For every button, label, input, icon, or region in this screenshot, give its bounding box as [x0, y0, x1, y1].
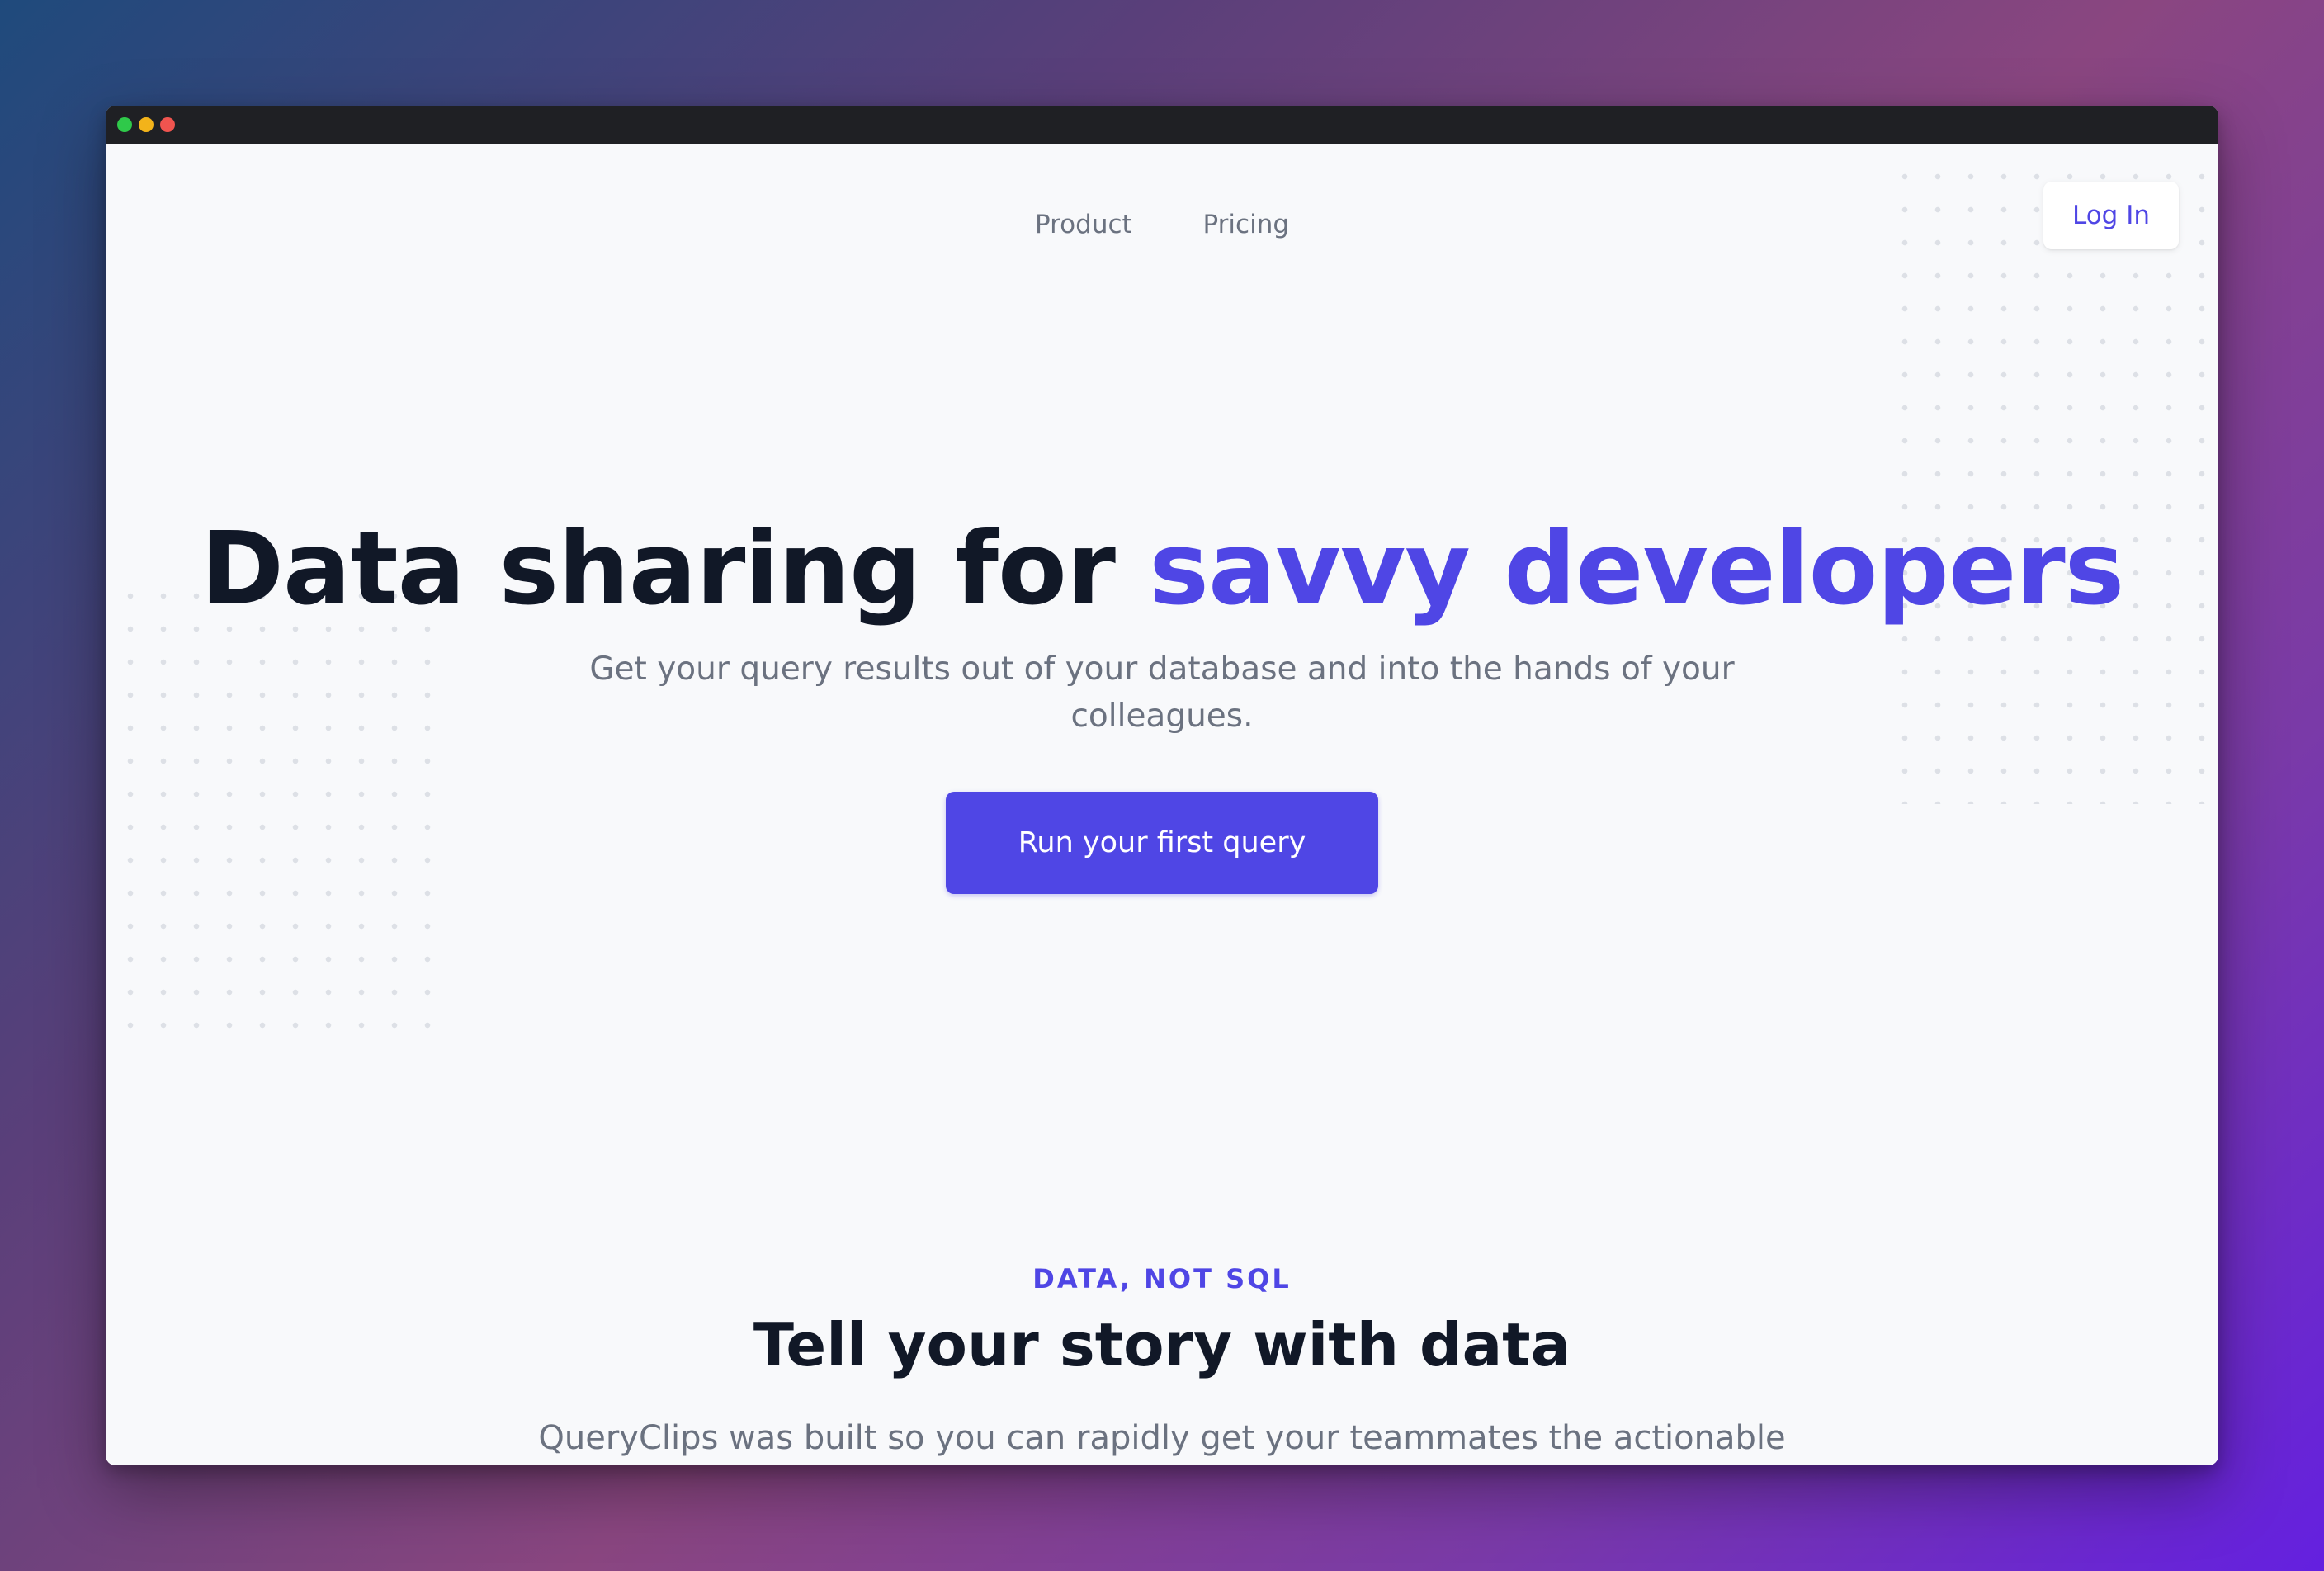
close-button[interactable] — [160, 117, 175, 132]
browser-window: Product Pricing Log In Data sharing for … — [106, 106, 2218, 1465]
top-nav: Product Pricing — [106, 201, 2218, 248]
window-titlebar — [106, 106, 2218, 144]
minimize-button[interactable] — [139, 117, 154, 132]
section-title: Tell your story with data — [753, 1310, 1571, 1379]
login-button[interactable]: Log In — [2043, 182, 2179, 249]
section-subtitle: QueryClips was built so you can rapidly … — [538, 1419, 1786, 1457]
hero-subtitle: Get your query results out of your datab… — [589, 651, 1735, 735]
page-content: Product Pricing Log In Data sharing for … — [106, 144, 2218, 1465]
hero-title-main: Data sharing for — [200, 510, 1150, 627]
dot-pattern-left — [106, 571, 444, 1050]
maximize-button[interactable] — [117, 117, 132, 132]
nav-link-product[interactable]: Product — [1035, 201, 1132, 248]
run-first-query-button[interactable]: Run your first query — [946, 792, 1378, 894]
section-eyebrow: DATA, NOT SQL — [1032, 1263, 1292, 1294]
dot-pattern-right — [1880, 152, 2218, 804]
nav-links: Product Pricing — [106, 201, 2218, 248]
hero-title: Data sharing for savvy developers — [106, 507, 2218, 631]
hero-title-accent: savvy developers — [1149, 510, 2124, 627]
nav-link-pricing[interactable]: Pricing — [1203, 201, 1290, 248]
